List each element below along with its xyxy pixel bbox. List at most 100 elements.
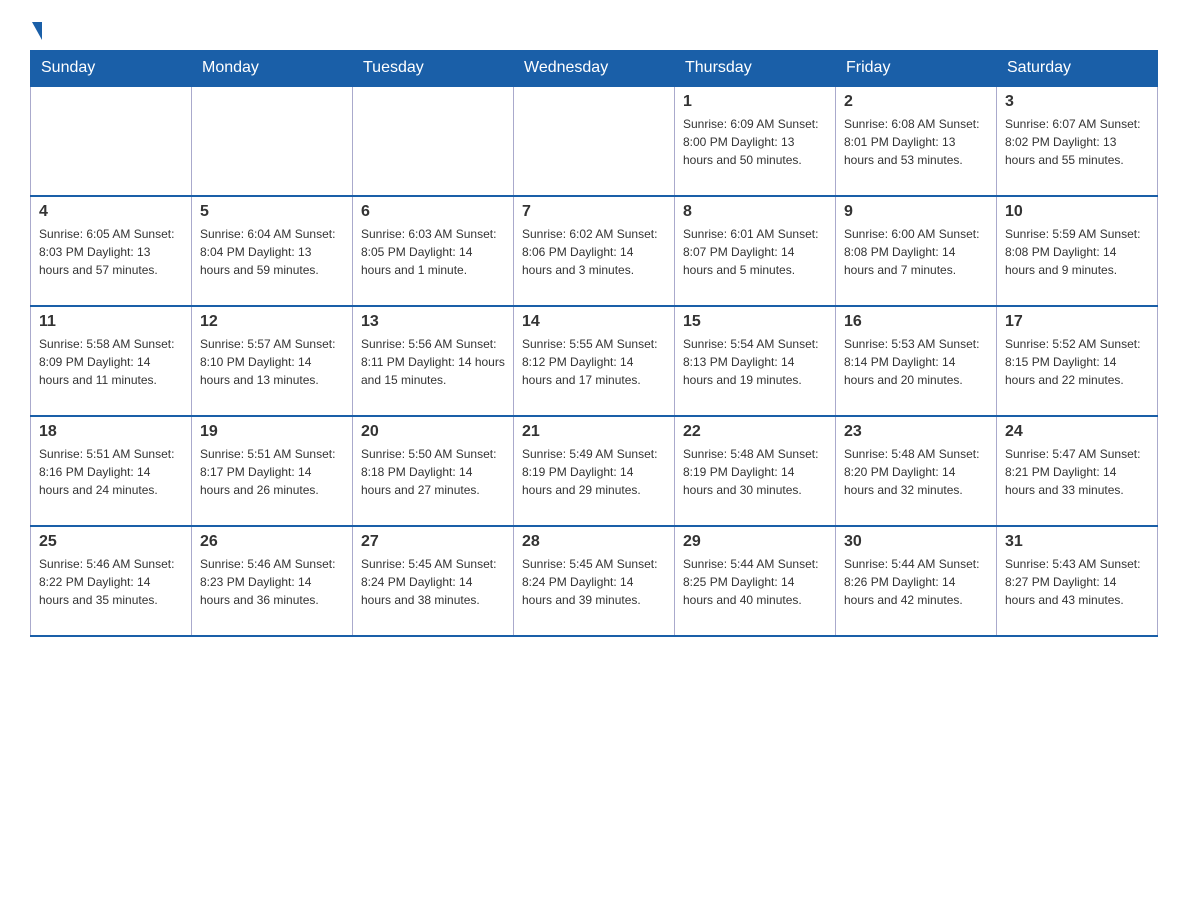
sun-info: Sunrise: 6:04 AM Sunset: 8:04 PM Dayligh… bbox=[200, 225, 344, 279]
calendar-cell bbox=[353, 86, 514, 196]
day-of-week-header: Tuesday bbox=[353, 51, 514, 87]
sun-info: Sunrise: 6:02 AM Sunset: 8:06 PM Dayligh… bbox=[522, 225, 666, 279]
calendar-cell: 30 Sunrise: 5:44 AM Sunset: 8:26 PM Dayli… bbox=[836, 526, 997, 636]
calendar-cell bbox=[31, 86, 192, 196]
day-number: 24 bbox=[1005, 423, 1149, 441]
day-number: 6 bbox=[361, 203, 505, 221]
day-number: 29 bbox=[683, 533, 827, 551]
sun-info: Sunrise: 5:46 AM Sunset: 8:22 PM Dayligh… bbox=[39, 555, 183, 609]
sun-info: Sunrise: 6:01 AM Sunset: 8:07 PM Dayligh… bbox=[683, 225, 827, 279]
sun-info: Sunrise: 5:57 AM Sunset: 8:10 PM Dayligh… bbox=[200, 335, 344, 389]
day-number: 19 bbox=[200, 423, 344, 441]
day-number: 22 bbox=[683, 423, 827, 441]
day-of-week-header: Monday bbox=[192, 51, 353, 87]
calendar-cell: 24 Sunrise: 5:47 AM Sunset: 8:21 PM Dayli… bbox=[997, 416, 1158, 526]
day-number: 8 bbox=[683, 203, 827, 221]
day-of-week-header: Thursday bbox=[675, 51, 836, 87]
sun-info: Sunrise: 5:59 AM Sunset: 8:08 PM Dayligh… bbox=[1005, 225, 1149, 279]
calendar-cell: 31 Sunrise: 5:43 AM Sunset: 8:27 PM Dayli… bbox=[997, 526, 1158, 636]
day-number: 14 bbox=[522, 313, 666, 331]
calendar-week-row: 1 Sunrise: 6:09 AM Sunset: 8:00 PM Daylig… bbox=[31, 86, 1158, 196]
logo-triangle-icon bbox=[32, 22, 42, 40]
calendar-cell bbox=[514, 86, 675, 196]
sun-info: Sunrise: 5:44 AM Sunset: 8:26 PM Dayligh… bbox=[844, 555, 988, 609]
day-number: 5 bbox=[200, 203, 344, 221]
sun-info: Sunrise: 6:09 AM Sunset: 8:00 PM Dayligh… bbox=[683, 115, 827, 169]
day-of-week-header: Wednesday bbox=[514, 51, 675, 87]
calendar-table: SundayMondayTuesdayWednesdayThursdayFrid… bbox=[30, 50, 1158, 637]
day-number: 17 bbox=[1005, 313, 1149, 331]
calendar-cell: 11 Sunrise: 5:58 AM Sunset: 8:09 PM Dayli… bbox=[31, 306, 192, 416]
sun-info: Sunrise: 5:56 AM Sunset: 8:11 PM Dayligh… bbox=[361, 335, 505, 389]
sun-info: Sunrise: 5:45 AM Sunset: 8:24 PM Dayligh… bbox=[361, 555, 505, 609]
day-number: 21 bbox=[522, 423, 666, 441]
day-number: 16 bbox=[844, 313, 988, 331]
sun-info: Sunrise: 6:07 AM Sunset: 8:02 PM Dayligh… bbox=[1005, 115, 1149, 169]
calendar-cell: 2 Sunrise: 6:08 AM Sunset: 8:01 PM Daylig… bbox=[836, 86, 997, 196]
sun-info: Sunrise: 5:47 AM Sunset: 8:21 PM Dayligh… bbox=[1005, 445, 1149, 499]
sun-info: Sunrise: 5:48 AM Sunset: 8:19 PM Dayligh… bbox=[683, 445, 827, 499]
sun-info: Sunrise: 5:50 AM Sunset: 8:18 PM Dayligh… bbox=[361, 445, 505, 499]
calendar-cell bbox=[192, 86, 353, 196]
calendar-cell: 20 Sunrise: 5:50 AM Sunset: 8:18 PM Dayli… bbox=[353, 416, 514, 526]
sun-info: Sunrise: 5:48 AM Sunset: 8:20 PM Dayligh… bbox=[844, 445, 988, 499]
day-number: 10 bbox=[1005, 203, 1149, 221]
calendar-cell: 6 Sunrise: 6:03 AM Sunset: 8:05 PM Daylig… bbox=[353, 196, 514, 306]
calendar-cell: 8 Sunrise: 6:01 AM Sunset: 8:07 PM Daylig… bbox=[675, 196, 836, 306]
sun-info: Sunrise: 5:43 AM Sunset: 8:27 PM Dayligh… bbox=[1005, 555, 1149, 609]
calendar-cell: 4 Sunrise: 6:05 AM Sunset: 8:03 PM Daylig… bbox=[31, 196, 192, 306]
day-number: 25 bbox=[39, 533, 183, 551]
calendar-week-row: 18 Sunrise: 5:51 AM Sunset: 8:16 PM Dayli… bbox=[31, 416, 1158, 526]
calendar-cell: 1 Sunrise: 6:09 AM Sunset: 8:00 PM Daylig… bbox=[675, 86, 836, 196]
day-number: 9 bbox=[844, 203, 988, 221]
sun-info: Sunrise: 5:52 AM Sunset: 8:15 PM Dayligh… bbox=[1005, 335, 1149, 389]
day-number: 23 bbox=[844, 423, 988, 441]
day-of-week-header: Friday bbox=[836, 51, 997, 87]
calendar-cell: 27 Sunrise: 5:45 AM Sunset: 8:24 PM Dayli… bbox=[353, 526, 514, 636]
calendar-cell: 17 Sunrise: 5:52 AM Sunset: 8:15 PM Dayli… bbox=[997, 306, 1158, 416]
day-number: 30 bbox=[844, 533, 988, 551]
logo bbox=[30, 20, 42, 40]
sun-info: Sunrise: 5:44 AM Sunset: 8:25 PM Dayligh… bbox=[683, 555, 827, 609]
sun-info: Sunrise: 5:51 AM Sunset: 8:16 PM Dayligh… bbox=[39, 445, 183, 499]
sun-info: Sunrise: 6:08 AM Sunset: 8:01 PM Dayligh… bbox=[844, 115, 988, 169]
day-number: 18 bbox=[39, 423, 183, 441]
calendar-cell: 26Sunrise: 5:46 AM Sunset: 8:23 PM Dayli… bbox=[192, 526, 353, 636]
calendar-week-row: 11 Sunrise: 5:58 AM Sunset: 8:09 PM Dayli… bbox=[31, 306, 1158, 416]
day-number: 31 bbox=[1005, 533, 1149, 551]
day-of-week-header: Sunday bbox=[31, 51, 192, 87]
calendar-cell: 23 Sunrise: 5:48 AM Sunset: 8:20 PM Dayli… bbox=[836, 416, 997, 526]
day-number: 20 bbox=[361, 423, 505, 441]
calendar-cell: 18 Sunrise: 5:51 AM Sunset: 8:16 PM Dayli… bbox=[31, 416, 192, 526]
day-number: 4 bbox=[39, 203, 183, 221]
calendar-cell: 7Sunrise: 6:02 AM Sunset: 8:06 PM Daylig… bbox=[514, 196, 675, 306]
day-number: 11 bbox=[39, 313, 183, 331]
calendar-week-row: 4 Sunrise: 6:05 AM Sunset: 8:03 PM Daylig… bbox=[31, 196, 1158, 306]
calendar-cell: 13 Sunrise: 5:56 AM Sunset: 8:11 PM Dayli… bbox=[353, 306, 514, 416]
sun-info: Sunrise: 6:05 AM Sunset: 8:03 PM Dayligh… bbox=[39, 225, 183, 279]
calendar-cell: 25 Sunrise: 5:46 AM Sunset: 8:22 PM Dayli… bbox=[31, 526, 192, 636]
day-number: 1 bbox=[683, 93, 827, 111]
sun-info: Sunrise: 6:03 AM Sunset: 8:05 PM Dayligh… bbox=[361, 225, 505, 279]
calendar-cell: 22 Sunrise: 5:48 AM Sunset: 8:19 PM Dayli… bbox=[675, 416, 836, 526]
sun-info: Sunrise: 5:51 AM Sunset: 8:17 PM Dayligh… bbox=[200, 445, 344, 499]
day-number: 15 bbox=[683, 313, 827, 331]
calendar-cell: 3 Sunrise: 6:07 AM Sunset: 8:02 PM Daylig… bbox=[997, 86, 1158, 196]
calendar-header-row: SundayMondayTuesdayWednesdayThursdayFrid… bbox=[31, 51, 1158, 87]
day-number: 28 bbox=[522, 533, 666, 551]
day-number: 3 bbox=[1005, 93, 1149, 111]
calendar-week-row: 25 Sunrise: 5:46 AM Sunset: 8:22 PM Dayli… bbox=[31, 526, 1158, 636]
day-number: 12 bbox=[200, 313, 344, 331]
calendar-cell: 5 Sunrise: 6:04 AM Sunset: 8:04 PM Daylig… bbox=[192, 196, 353, 306]
calendar-cell: 9Sunrise: 6:00 AM Sunset: 8:08 PM Daylig… bbox=[836, 196, 997, 306]
sun-info: Sunrise: 5:49 AM Sunset: 8:19 PM Dayligh… bbox=[522, 445, 666, 499]
day-number: 13 bbox=[361, 313, 505, 331]
sun-info: Sunrise: 5:58 AM Sunset: 8:09 PM Dayligh… bbox=[39, 335, 183, 389]
day-number: 27 bbox=[361, 533, 505, 551]
day-number: 2 bbox=[844, 93, 988, 111]
sun-info: Sunrise: 5:53 AM Sunset: 8:14 PM Dayligh… bbox=[844, 335, 988, 389]
calendar-cell: 29 Sunrise: 5:44 AM Sunset: 8:25 PM Dayli… bbox=[675, 526, 836, 636]
day-number: 26 bbox=[200, 533, 344, 551]
calendar-cell: 21 Sunrise: 5:49 AM Sunset: 8:19 PM Dayli… bbox=[514, 416, 675, 526]
calendar-cell: 19 Sunrise: 5:51 AM Sunset: 8:17 PM Dayli… bbox=[192, 416, 353, 526]
